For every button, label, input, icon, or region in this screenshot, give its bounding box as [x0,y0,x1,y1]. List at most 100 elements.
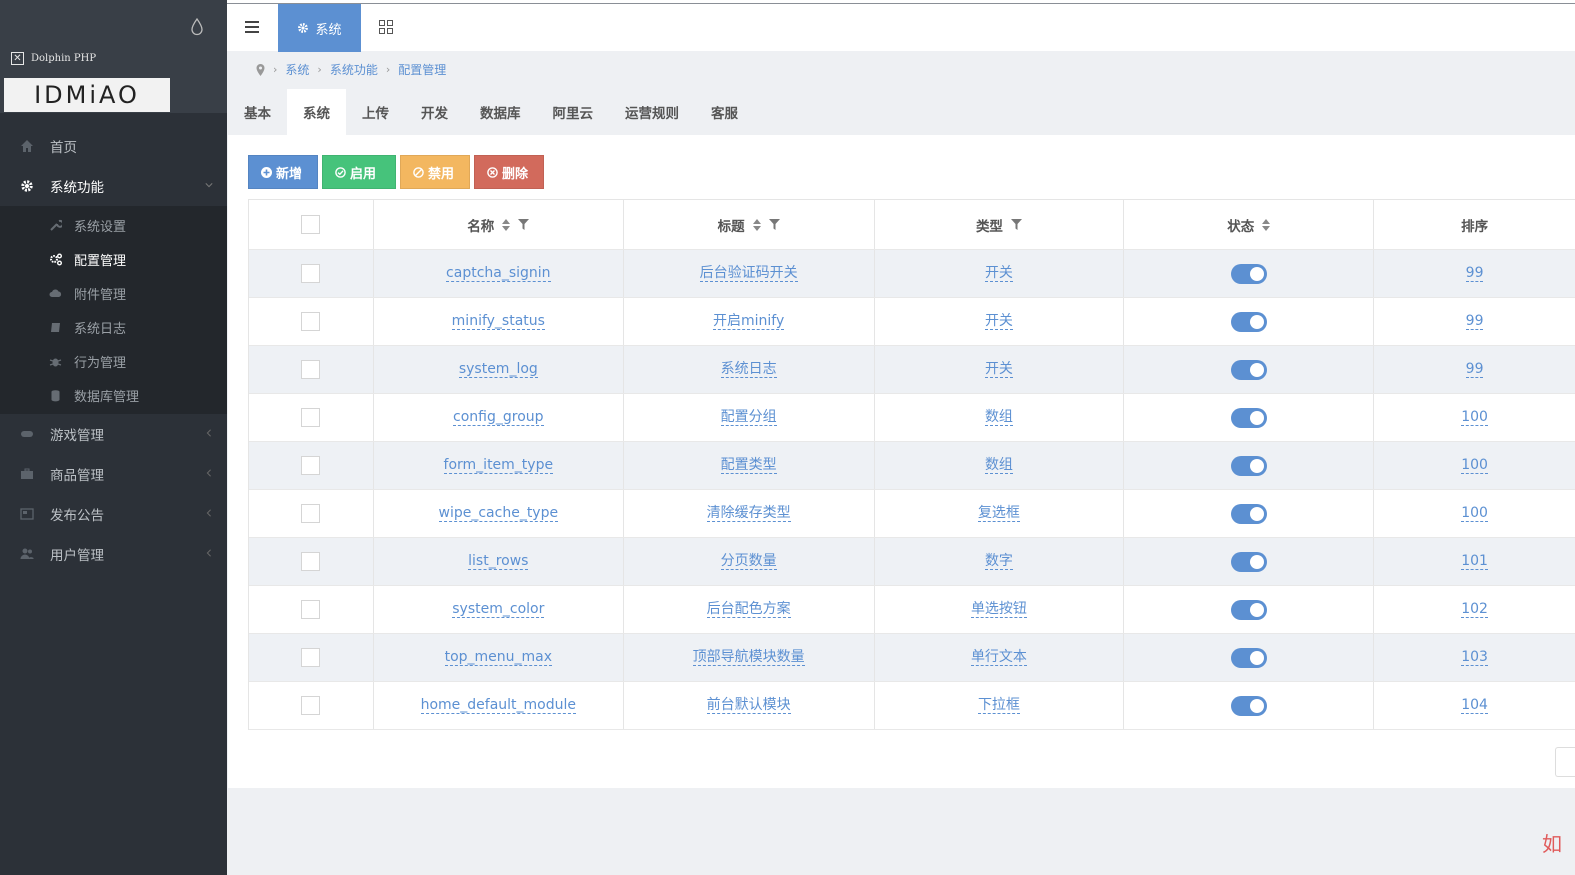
menu-toggle-icon[interactable] [245,21,259,33]
config-title-link[interactable]: 顶部导航模块数量 [692,649,805,666]
grid-icon[interactable] [379,20,393,34]
breadcrumb-item-system-functions[interactable]: 系统功能 [330,61,378,78]
sidebar-subitem-settings[interactable]: 系统设置 [0,208,227,242]
row-checkbox[interactable] [301,648,321,667]
top-tab-system[interactable]: 系统 [278,4,361,52]
config-type-link[interactable]: 开关 [984,313,1013,330]
sort-value-link[interactable]: 100 [1461,505,1488,522]
sort-value-link[interactable]: 101 [1461,553,1488,570]
sort-value-link[interactable]: 104 [1461,697,1488,714]
sort-icon[interactable] [1262,218,1271,231]
config-name-link[interactable]: list_rows [468,553,529,570]
config-name-link[interactable]: captcha_signin [446,265,551,282]
header-title[interactable]: 标题 [624,200,875,249]
status-toggle[interactable] [1230,263,1267,284]
config-name-link[interactable]: wipe_cache_type [438,505,559,522]
filter-icon[interactable] [518,219,530,230]
sidebar-subitem-logs[interactable]: 系统日志 [0,310,227,344]
delete-button[interactable]: 删除 [474,155,544,189]
config-name-link[interactable]: home_default_module [420,697,577,714]
sidebar-subitem-attachments[interactable]: 附件管理 [0,276,227,310]
status-toggle[interactable] [1230,503,1267,524]
filter-icon[interactable] [1010,219,1022,230]
config-type-link[interactable]: 下拉框 [977,697,1020,714]
config-title-link[interactable]: 后台配色方案 [706,601,791,618]
tab-aliyun[interactable]: 阿里云 [537,89,610,135]
status-toggle[interactable] [1230,359,1267,380]
disable-button[interactable]: 禁用 [400,155,470,189]
config-type-link[interactable]: 复选框 [977,505,1020,522]
add-button[interactable]: 新增 [248,155,318,189]
row-checkbox[interactable] [301,600,321,619]
config-title-link[interactable]: 配置分组 [720,409,777,426]
sort-value-link[interactable]: 99 [1465,265,1484,282]
sidebar-item-home[interactable]: 首页 [0,126,227,166]
header-name[interactable]: 名称 [374,200,624,249]
breadcrumb-item-config[interactable]: 配置管理 [398,61,446,78]
config-type-link[interactable]: 单行文本 [970,649,1027,666]
sort-value-link[interactable]: 100 [1461,457,1488,474]
select-all-checkbox[interactable] [301,215,321,234]
config-title-link[interactable]: 配置类型 [720,457,777,474]
config-title-link[interactable]: 系统日志 [720,361,777,378]
row-checkbox[interactable] [301,312,321,331]
theme-drop-icon[interactable] [191,18,203,36]
tab-customer-service[interactable]: 客服 [695,89,754,135]
tab-database[interactable]: 数据库 [464,89,537,135]
sidebar-item-system[interactable]: 系统功能 [0,166,227,206]
sidebar-item-announcements[interactable]: 发布公告 [0,494,227,534]
row-checkbox[interactable] [301,696,321,715]
config-name-link[interactable]: system_log [458,361,538,378]
tab-develop[interactable]: 开发 [405,89,464,135]
config-name-link[interactable]: config_group [453,409,544,426]
status-toggle[interactable] [1230,455,1267,476]
tab-upload[interactable]: 上传 [346,89,405,135]
sort-value-link[interactable]: 102 [1461,601,1488,618]
config-title-link[interactable]: 清除缓存类型 [706,505,791,522]
sidebar-item-products[interactable]: 商品管理 [0,454,227,494]
config-title-link[interactable]: 分页数量 [720,553,777,570]
pagination[interactable] [1555,747,1575,777]
sort-value-link[interactable]: 103 [1461,649,1488,666]
filter-icon[interactable] [768,219,780,230]
config-type-link[interactable]: 开关 [984,265,1013,282]
config-type-link[interactable]: 数字 [984,553,1013,570]
config-name-link[interactable]: top_menu_max [444,649,553,666]
status-toggle[interactable] [1230,599,1267,620]
row-checkbox[interactable] [301,456,321,475]
logo[interactable]: IDMiAO [4,78,170,112]
status-toggle[interactable] [1230,695,1267,716]
tab-operation-rules[interactable]: 运营规则 [609,89,695,135]
tab-basic[interactable]: 基本 [228,89,287,135]
sidebar-subitem-config[interactable]: 配置管理 [0,242,227,276]
sort-value-link[interactable]: 99 [1465,361,1484,378]
config-type-link[interactable]: 单选按钮 [970,601,1027,618]
header-status[interactable]: 状态 [1124,200,1375,249]
config-title-link[interactable]: 前台默认模块 [706,697,791,714]
tab-system[interactable]: 系统 [287,89,346,135]
status-toggle[interactable] [1230,551,1267,572]
status-toggle[interactable] [1230,647,1267,668]
sort-icon[interactable] [502,218,511,231]
config-name-link[interactable]: form_item_type [443,457,554,474]
config-type-link[interactable]: 数组 [984,457,1013,474]
status-toggle[interactable] [1230,311,1267,332]
config-title-link[interactable]: 后台验证码开关 [699,265,798,282]
enable-button[interactable]: 启用 [322,155,396,189]
sort-icon[interactable] [752,218,761,231]
config-title-link[interactable]: 开启minify [712,313,785,330]
sidebar-subitem-actions[interactable]: 行为管理 [0,344,227,378]
header-type[interactable]: 类型 [875,200,1125,249]
row-checkbox[interactable] [301,360,321,379]
row-checkbox[interactable] [301,552,321,571]
status-toggle[interactable] [1230,407,1267,428]
row-checkbox[interactable] [301,504,321,523]
config-type-link[interactable]: 开关 [984,361,1013,378]
row-checkbox[interactable] [301,408,321,427]
row-checkbox[interactable] [301,264,321,283]
config-name-link[interactable]: system_color [452,601,545,618]
config-type-link[interactable]: 数组 [984,409,1013,426]
sidebar-item-users[interactable]: 用户管理 [0,534,227,574]
sort-value-link[interactable]: 99 [1465,313,1484,330]
sidebar-subitem-database[interactable]: 数据库管理 [0,378,227,412]
